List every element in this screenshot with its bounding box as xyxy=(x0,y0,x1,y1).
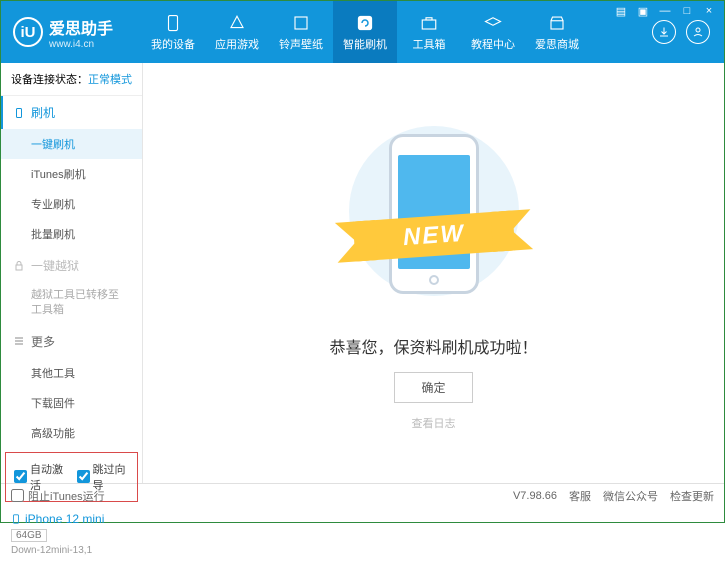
menu-icon[interactable]: ▤ xyxy=(614,5,628,18)
sidebar-item-download-firmware[interactable]: 下载固件 xyxy=(1,388,142,418)
sidebar-item-oneclick-flash[interactable]: 一键刷机 xyxy=(1,129,142,159)
window-controls: ▤ ▣ — □ × xyxy=(614,5,716,18)
nav-label: 爱思商城 xyxy=(535,36,579,52)
sidebar-section-flash[interactable]: 刷机 xyxy=(1,96,142,129)
menu-icon xyxy=(13,335,25,347)
jailbreak-note: 越狱工具已转移至 工具箱 xyxy=(1,282,142,325)
version-label: V7.98.66 xyxy=(513,490,557,502)
sidebar-item-itunes-flash[interactable]: iTunes刷机 xyxy=(1,159,142,189)
apps-icon xyxy=(227,13,247,33)
download-button[interactable] xyxy=(652,20,676,44)
footer-right: V7.98.66 客服 微信公众号 检查更新 xyxy=(513,488,714,504)
phone-icon xyxy=(11,512,21,526)
nav-label: 我的设备 xyxy=(151,36,195,52)
main-area: 设备连接状态：正常模式 刷机 一键刷机 iTunes刷机 专业刷机 批量刷机 一… xyxy=(1,63,724,483)
sidebar-item-other-tools[interactable]: 其他工具 xyxy=(1,358,142,388)
view-log-link[interactable]: 查看日志 xyxy=(412,415,456,431)
sidebar-item-pro-flash[interactable]: 专业刷机 xyxy=(1,189,142,219)
logo-icon: iU xyxy=(13,17,43,47)
nav-toolbox[interactable]: 工具箱 xyxy=(397,1,461,63)
nav-label: 智能刷机 xyxy=(343,36,387,52)
nav-smart-flash[interactable]: 智能刷机 xyxy=(333,1,397,63)
app-name: 爱思助手 xyxy=(49,15,113,39)
sidebar-section-jailbreak[interactable]: 一键越狱 xyxy=(1,249,142,282)
nav-label: 教程中心 xyxy=(471,36,515,52)
checkbox-label: 阻止iTunes运行 xyxy=(28,488,105,504)
success-message: 恭喜您，保资料刷机成功啦！ xyxy=(329,334,537,358)
user-button[interactable] xyxy=(686,20,710,44)
checkbox-block-itunes[interactable]: 阻止iTunes运行 xyxy=(11,488,105,504)
wallpaper-icon xyxy=(291,13,311,33)
logo-area: iU 爱思助手 www.i4.cn xyxy=(1,1,141,63)
store-icon xyxy=(547,13,567,33)
app-header: ▤ ▣ — □ × iU 爱思助手 www.i4.cn 我的设备 应用游戏 铃声… xyxy=(1,1,724,63)
toolbox-icon xyxy=(419,13,439,33)
skin-icon[interactable]: ▣ xyxy=(636,5,650,18)
nav-ringtones[interactable]: 铃声壁纸 xyxy=(269,1,333,63)
app-url: www.i4.cn xyxy=(49,39,113,50)
content-area: NEW 恭喜您，保资料刷机成功啦！ 确定 查看日志 xyxy=(143,63,724,483)
nav-apps[interactable]: 应用游戏 xyxy=(205,1,269,63)
close-icon[interactable]: × xyxy=(702,5,716,18)
section-label: 一键越狱 xyxy=(31,257,79,274)
device-model: Down-12mini-13,1 xyxy=(11,545,132,556)
nav-label: 工具箱 xyxy=(413,36,446,52)
section-label: 刷机 xyxy=(31,104,55,121)
sidebar-section-more[interactable]: 更多 xyxy=(1,325,142,358)
sidebar-item-batch-flash[interactable]: 批量刷机 xyxy=(1,219,142,249)
phone-icon xyxy=(13,107,25,119)
status-value: 正常模式 xyxy=(88,74,132,86)
nav-my-device[interactable]: 我的设备 xyxy=(141,1,205,63)
maximize-icon[interactable]: □ xyxy=(680,5,694,18)
nav-label: 铃声壁纸 xyxy=(279,36,323,52)
nav-label: 应用游戏 xyxy=(215,36,259,52)
device-info: iPhone 12 mini 64GB Down-12mini-13,1 xyxy=(1,506,142,562)
section-label: 更多 xyxy=(31,333,55,350)
nav-store[interactable]: 爱思商城 xyxy=(525,1,589,63)
refresh-icon xyxy=(355,13,375,33)
status-label: 设备连接状态： xyxy=(11,74,88,86)
minimize-icon[interactable]: — xyxy=(658,5,672,18)
graduation-icon xyxy=(483,13,503,33)
check-update-link[interactable]: 检查更新 xyxy=(670,488,714,504)
nav-tutorials[interactable]: 教程中心 xyxy=(461,1,525,63)
wechat-link[interactable]: 微信公众号 xyxy=(603,488,658,504)
sidebar-item-advanced[interactable]: 高级功能 xyxy=(1,418,142,448)
device-name-text: iPhone 12 mini xyxy=(25,512,104,526)
lock-icon xyxy=(13,260,25,272)
ok-button[interactable]: 确定 xyxy=(394,372,472,403)
sidebar: 设备连接状态：正常模式 刷机 一键刷机 iTunes刷机 专业刷机 批量刷机 一… xyxy=(1,63,143,483)
success-illustration: NEW xyxy=(344,116,524,316)
main-nav: 我的设备 应用游戏 铃声壁纸 智能刷机 工具箱 教程中心 爱思商城 xyxy=(141,1,638,63)
device-capacity: 64GB xyxy=(11,529,47,542)
customer-service-link[interactable]: 客服 xyxy=(569,488,591,504)
phone-icon xyxy=(163,13,183,33)
device-status: 设备连接状态：正常模式 xyxy=(1,63,142,96)
device-name[interactable]: iPhone 12 mini xyxy=(11,512,132,526)
